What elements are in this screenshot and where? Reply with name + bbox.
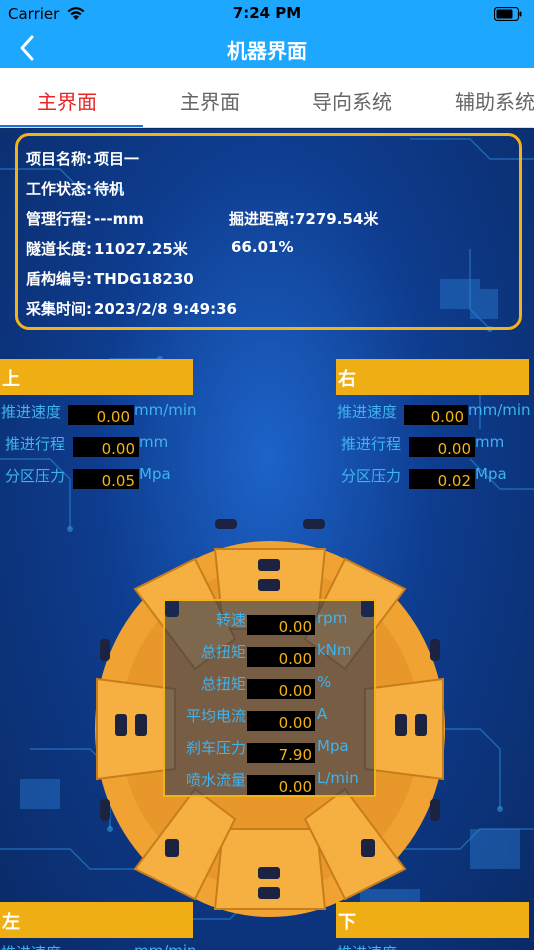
- cp-value: 0.00: [247, 679, 315, 700]
- metric-unit: mm/min: [468, 401, 531, 419]
- cp-unit: kNm: [317, 641, 352, 659]
- right-stroke-metric: 推进行程 0.00 mm: [336, 433, 534, 461]
- cp-label: 刹车压力: [185, 739, 246, 757]
- metric-value: 0.00: [73, 437, 139, 458]
- collect-time-label: 采集时间:: [26, 300, 92, 318]
- collect-time-value: 2023/2/8 9:49:36: [94, 300, 237, 318]
- metric-label: 推进行程: [5, 435, 66, 453]
- cp-label: 总扭矩: [200, 675, 246, 693]
- right-pressure-metric: 分区压力 0.02 Mpa: [336, 465, 534, 493]
- stroke-label: 管理行程:: [26, 210, 92, 228]
- project-name-label: 项目名称:: [26, 150, 92, 168]
- shield-id-value: THDG18230: [94, 270, 194, 288]
- project-name-value: 项目一: [94, 150, 140, 168]
- cp-value: 0.00: [247, 711, 315, 732]
- top-speed-metric: 推进速度 0.00 mm/min: [0, 401, 200, 429]
- stroke-row: 管理行程: ---mm: [26, 208, 144, 229]
- tab-main-2[interactable]: 主界面: [180, 86, 240, 115]
- cp-value: 7.90: [247, 743, 315, 764]
- bottom-speed-label: 推进速度: [337, 942, 397, 950]
- tunnel-length-value: 11027.25米: [94, 240, 188, 258]
- metric-label: 推进速度: [1, 403, 62, 421]
- metric-value: 0.00: [409, 437, 475, 458]
- cutter-brake-row: 刹车压力 7.90 Mpa: [165, 737, 378, 765]
- cutter-water-row: 喷水流量 0.00 L/min: [165, 769, 378, 797]
- cutter-current-row: 平均电流 0.00 A: [165, 705, 378, 733]
- project-info-panel: 项目名称: 项目一 工作状态: 待机 管理行程: ---mm 掘进距离:7279.54…: [15, 133, 522, 330]
- distance-label: 掘进距离:: [229, 210, 295, 228]
- cp-label: 平均电流: [185, 707, 246, 725]
- cutter-speed-row: 转速 0.00 rpm: [165, 609, 378, 637]
- top-stroke-metric: 推进行程 0.00 mm: [0, 433, 200, 461]
- metric-value: 0.00: [68, 405, 134, 426]
- metric-unit: mm/min: [134, 401, 197, 419]
- shield-id-label: 盾构编号:: [26, 270, 92, 288]
- section-top-header: 上: [0, 359, 193, 395]
- cp-unit: rpm: [317, 609, 348, 627]
- metric-label: 推进速度: [337, 403, 398, 421]
- tab-auxiliary[interactable]: 辅助系统: [455, 86, 534, 115]
- progress-percent: 66.01%: [231, 238, 294, 256]
- stroke-value: ---mm: [94, 210, 144, 228]
- distance-row: 掘进距离:7279.54米: [229, 208, 378, 229]
- page-title: 机器界面: [227, 39, 307, 63]
- tab-main-1[interactable]: 主界面: [37, 86, 97, 115]
- cp-value: 0.00: [247, 615, 315, 636]
- cutter-torque-row: 总扭矩 0.00 kNm: [165, 641, 378, 669]
- tab-indicator: [0, 125, 143, 127]
- cp-value: 0.00: [247, 775, 315, 796]
- metric-label: 分区压力: [5, 467, 66, 485]
- tab-bar: 主界面 主界面 导向系统 辅助系统: [0, 68, 534, 128]
- cutterhead-panel: 转速 0.00 rpm 总扭矩 0.00 kNm 总扭矩 0.00 % 平均电流…: [163, 599, 376, 797]
- cutter-torque-percent-row: 总扭矩 0.00 %: [165, 673, 378, 701]
- work-state-row: 工作状态: 待机: [26, 178, 124, 199]
- cp-label: 转速: [215, 611, 246, 629]
- section-bottom-header: 下: [336, 902, 529, 938]
- tab-guidance[interactable]: 导向系统: [312, 86, 392, 115]
- metric-label: 分区压力: [341, 467, 402, 485]
- distance-value: 7279.54米: [295, 210, 379, 228]
- clock: 7:24 PM: [232, 4, 302, 22]
- work-state-label: 工作状态:: [26, 180, 92, 198]
- nav-bar: 机器界面: [0, 28, 534, 68]
- main-content: 项目名称: 项目一 工作状态: 待机 管理行程: ---mm 掘进距离:7279.54…: [0, 129, 534, 950]
- right-speed-metric: 推进速度 0.00 mm/min: [336, 401, 534, 429]
- tunnel-length-label: 隧道长度:: [26, 240, 92, 258]
- left-speed-label: 推进速度: [1, 942, 61, 950]
- cp-unit: Mpa: [317, 737, 349, 755]
- top-pressure-metric: 分区压力 0.05 Mpa: [0, 465, 200, 493]
- cp-unit: %: [317, 673, 332, 691]
- tunnel-row: 隧道长度: 11027.25米: [26, 238, 188, 259]
- metric-value: 0.05: [73, 469, 139, 490]
- cp-unit: A: [317, 705, 328, 723]
- metric-unit: mm: [139, 433, 169, 451]
- section-right-header: 右: [336, 359, 529, 395]
- status-bar: Carrier 7:24 PM: [0, 0, 534, 28]
- metric-value: 0.02: [409, 469, 475, 490]
- project-name-row: 项目名称: 项目一: [26, 148, 139, 169]
- cp-label: 总扭矩: [200, 643, 246, 661]
- left-speed-unit: mm/min: [134, 942, 197, 950]
- work-state-value: 待机: [94, 180, 125, 198]
- section-left-header: 左: [0, 902, 193, 938]
- metric-label: 推进行程: [341, 435, 402, 453]
- metric-unit: Mpa: [475, 465, 507, 483]
- battery-icon: [494, 7, 522, 21]
- collect-time-row: 采集时间: 2023/2/8 9:49:36: [26, 298, 237, 319]
- shield-id-row: 盾构编号: THDG18230: [26, 268, 194, 289]
- cp-value: 0.00: [247, 647, 315, 668]
- metric-unit: mm: [475, 433, 505, 451]
- cp-label: 喷水流量: [185, 771, 246, 789]
- cp-unit: L/min: [317, 769, 359, 787]
- metric-unit: Mpa: [139, 465, 171, 483]
- metric-value: 0.00: [404, 405, 468, 426]
